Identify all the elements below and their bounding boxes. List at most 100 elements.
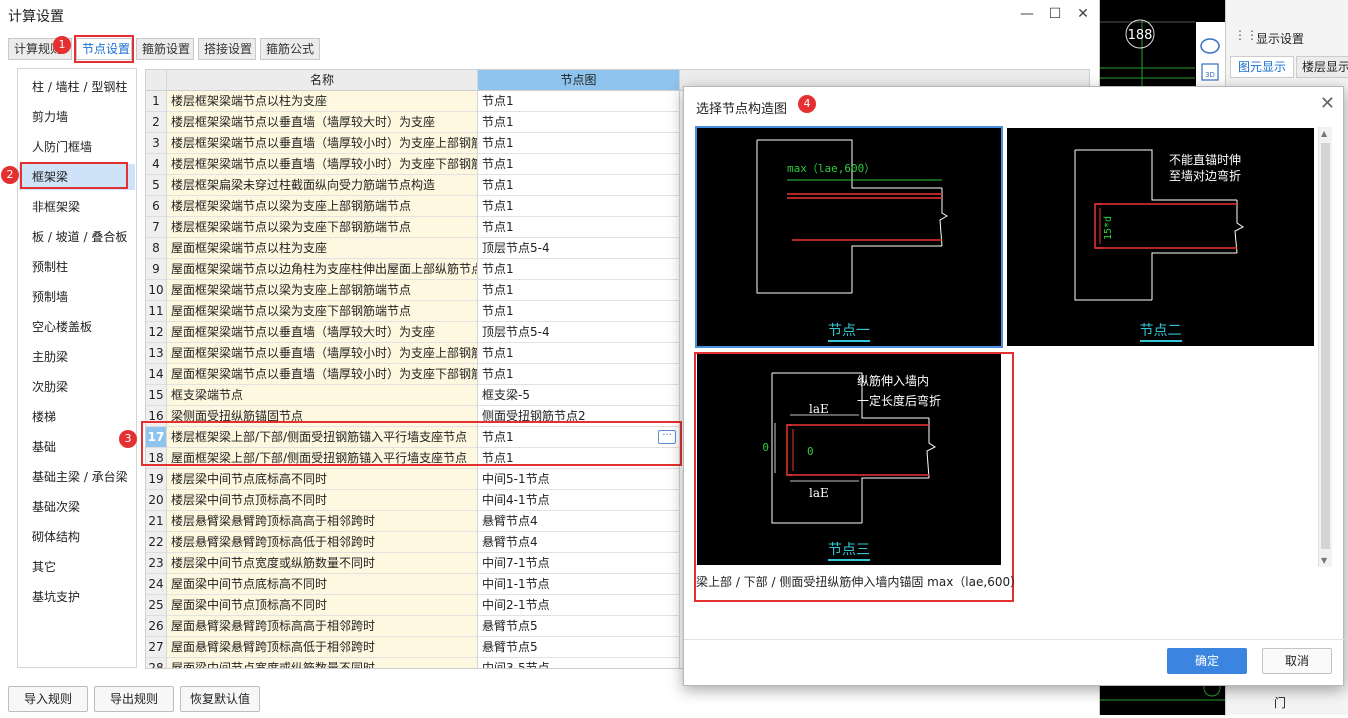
row-index: 21: [146, 511, 167, 532]
cancel-button[interactable]: 取消: [1262, 648, 1332, 674]
row-node-cell[interactable]: 悬臂节点5: [478, 637, 680, 658]
row-node-cell[interactable]: 悬臂节点4: [478, 532, 680, 553]
node-description: 梁上部 / 下部 / 侧面受扭纵筋伸入墙内锚固 max（lae,600）: [696, 575, 1023, 589]
annotation-badge-4: 4: [798, 95, 816, 113]
scroll-thumb[interactable]: [1321, 143, 1330, 549]
row-index: 5: [146, 175, 167, 196]
row-node-cell[interactable]: 节点1: [478, 154, 680, 175]
dialog-close-button[interactable]: ✕: [1320, 93, 1335, 114]
maximize-button[interactable]: ☐: [1044, 4, 1066, 24]
minimize-button[interactable]: —: [1016, 4, 1038, 24]
highlight-node-3: [694, 352, 1014, 602]
node-2-caption: 节点二: [1139, 323, 1182, 342]
dialog-footer-divider: [684, 639, 1345, 640]
row-index: 24: [146, 574, 167, 595]
category-item[interactable]: 基础次梁: [19, 494, 135, 520]
row-node-cell[interactable]: 顶层节点5-4: [478, 238, 680, 259]
row-node-cell[interactable]: 中间7-1节点: [478, 553, 680, 574]
ok-button[interactable]: 确定: [1167, 648, 1247, 674]
category-item[interactable]: 基坑支护: [19, 584, 135, 610]
scroll-up-icon[interactable]: ▲: [1321, 129, 1327, 138]
row-name: 框支梁端节点: [167, 385, 478, 406]
category-item[interactable]: 主肋梁: [19, 344, 135, 370]
row-index: 6: [146, 196, 167, 217]
row-node-cell[interactable]: 节点1: [478, 301, 680, 322]
node-2-note-1: 不能直锚时伸: [1169, 152, 1241, 167]
category-item[interactable]: 砌体结构: [19, 524, 135, 550]
category-item[interactable]: 板 / 坡道 / 叠合板: [19, 224, 135, 250]
door-item[interactable]: 门: [1274, 694, 1286, 711]
row-node-cell[interactable]: 中间1-1节点: [478, 574, 680, 595]
row-name: 屋面框架梁端节点以梁为支座上部钢筋端节点: [167, 280, 478, 301]
title-bar: 计算设置 — ☐ ✕: [0, 0, 1100, 30]
node-diagram-dialog: 选择节点构造图 4 ✕ max（lae,600） 节点一 15*d 不能直锚时伸…: [683, 86, 1345, 686]
tab-lap-settings[interactable]: 搭接设置: [198, 38, 256, 60]
node-2-diagram: 15*d 不能直锚时伸 至墙对边弯折: [1074, 149, 1244, 301]
row-index: 11: [146, 301, 167, 322]
row-index: 25: [146, 595, 167, 616]
annotation-badge-3: 3: [119, 430, 137, 448]
row-name: 楼层框架梁端节点以梁为支座下部钢筋端节点: [167, 217, 478, 238]
row-node-cell[interactable]: 节点1: [478, 364, 680, 385]
row-index: 8: [146, 238, 167, 259]
row-node-cell[interactable]: 中间5-1节点: [478, 469, 680, 490]
tab-stirrup-settings[interactable]: 箍筋设置: [136, 38, 194, 60]
node-1-label: max（lae,600）: [787, 162, 875, 175]
row-name: 屋面框架梁端节点以柱为支座: [167, 238, 478, 259]
restore-defaults-button[interactable]: 恢复默认值: [180, 686, 260, 712]
row-node-cell[interactable]: 中间3-5节点: [478, 658, 680, 668]
row-name: 楼层框架扁梁未穿过柱截面纵向受力筋端节点构造: [167, 175, 478, 196]
category-item[interactable]: 预制柱: [19, 254, 135, 280]
node-2-dim: 15*d: [1103, 216, 1114, 240]
row-node-cell[interactable]: 节点1: [478, 259, 680, 280]
row-node-cell[interactable]: 节点1: [478, 133, 680, 154]
row-node-cell[interactable]: 节点1: [478, 280, 680, 301]
category-item[interactable]: 其它: [19, 554, 135, 580]
row-index: 3: [146, 133, 167, 154]
display-settings-title: 显示设置: [1256, 32, 1305, 46]
import-rules-button[interactable]: 导入规则: [8, 686, 88, 712]
category-item[interactable]: 基础: [19, 434, 135, 460]
grid-header-name: 名称: [167, 70, 478, 91]
category-item[interactable]: 预制墙: [19, 284, 135, 310]
tab-stirrup-formula[interactable]: 箍筋公式: [260, 38, 320, 60]
row-index: 12: [146, 322, 167, 343]
category-item[interactable]: 人防门框墙: [19, 134, 135, 160]
row-node-cell[interactable]: 节点1: [478, 175, 680, 196]
tab-element-display[interactable]: 图元显示: [1230, 56, 1294, 78]
close-button[interactable]: ✕: [1072, 4, 1094, 24]
dialog-title: 选择节点构造图: [696, 102, 788, 117]
row-index: 23: [146, 553, 167, 574]
row-node-cell[interactable]: 节点1: [478, 91, 680, 112]
scroll-down-icon[interactable]: ▼: [1321, 556, 1327, 565]
export-rules-button[interactable]: 导出规则: [94, 686, 174, 712]
category-item[interactable]: 楼梯: [19, 404, 135, 430]
row-name: 楼层梁中间节点顶标高不同时: [167, 490, 478, 511]
row-node-cell[interactable]: 顶层节点5-4: [478, 322, 680, 343]
node-thumbnail-1[interactable]: max（lae,600） 节点一: [695, 126, 1003, 348]
dialog-scrollbar[interactable]: ▲ ▼: [1318, 127, 1332, 567]
category-item[interactable]: 剪力墙: [19, 104, 135, 130]
row-node-cell[interactable]: 节点1: [478, 112, 680, 133]
row-node-cell[interactable]: 悬臂节点4: [478, 511, 680, 532]
row-node-cell[interactable]: 悬臂节点5: [478, 616, 680, 637]
row-node-cell[interactable]: 节点1: [478, 196, 680, 217]
row-index: 10: [146, 280, 167, 301]
drag-handle-icon[interactable]: ⋮⋮: [1234, 28, 1258, 42]
row-index: 2: [146, 112, 167, 133]
category-item[interactable]: 次肋梁: [19, 374, 135, 400]
category-item[interactable]: 空心楼盖板: [19, 314, 135, 340]
category-item[interactable]: 非框架梁: [19, 194, 135, 220]
category-item[interactable]: 基础主梁 / 承台梁: [19, 464, 135, 490]
row-node-cell[interactable]: 框支梁-5: [478, 385, 680, 406]
row-node-cell[interactable]: 中间2-1节点: [478, 595, 680, 616]
row-name: 屋面框架梁端节点以边角柱为支座柱伸出屋面上部纵筋节点: [167, 259, 478, 280]
row-index: 1: [146, 91, 167, 112]
row-index: 15: [146, 385, 167, 406]
tab-floor-display[interactable]: 楼层显示: [1296, 56, 1348, 78]
row-node-cell[interactable]: 节点1: [478, 217, 680, 238]
row-node-cell[interactable]: 中间4-1节点: [478, 490, 680, 511]
node-thumbnail-2[interactable]: 15*d 不能直锚时伸 至墙对边弯折 节点二: [1007, 128, 1314, 346]
category-item[interactable]: 柱 / 墙柱 / 型钢柱: [19, 74, 135, 100]
row-node-cell[interactable]: 节点1: [478, 343, 680, 364]
